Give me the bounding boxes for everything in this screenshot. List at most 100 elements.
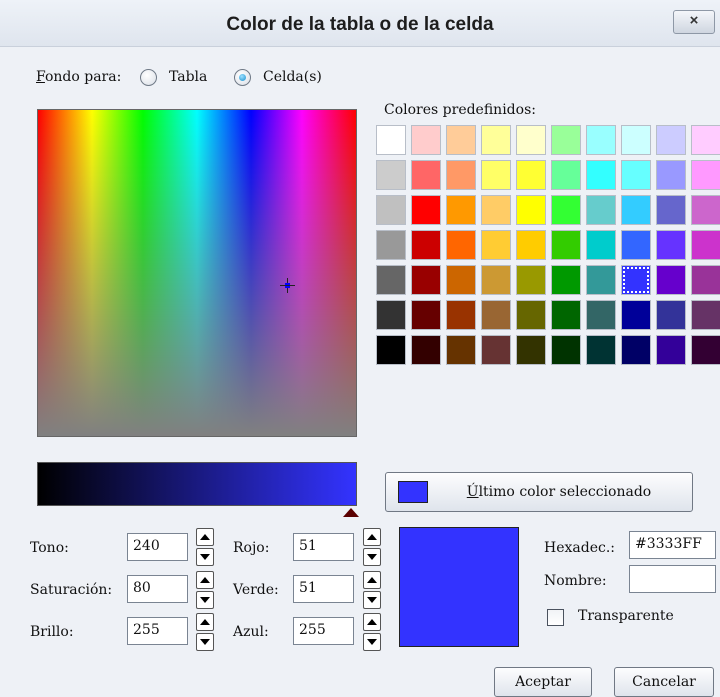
preset-swatch[interactable] [656,195,686,225]
preset-swatch[interactable] [691,160,720,190]
preset-swatch[interactable] [586,335,616,365]
preset-swatch[interactable] [621,335,651,365]
preset-swatch[interactable] [551,160,581,190]
azul-up-icon[interactable] [363,613,381,631]
brillo-input[interactable]: 255 [127,617,188,645]
preset-swatch[interactable] [446,230,476,260]
rojo-up-icon[interactable] [363,528,381,546]
brillo-down-icon[interactable] [196,633,214,651]
tono-up-icon[interactable] [196,528,214,546]
preset-swatch[interactable] [621,195,651,225]
preset-swatch[interactable] [446,300,476,330]
azul-stepper[interactable] [363,613,381,651]
brillo-up-icon[interactable] [196,613,214,631]
verde-stepper[interactable] [363,571,381,609]
tono-input[interactable]: 240 [127,533,188,561]
tono-stepper[interactable] [196,528,214,566]
preset-swatch[interactable] [481,195,511,225]
preset-swatch[interactable] [551,125,581,155]
saturacion-input[interactable]: 80 [127,575,188,603]
preset-swatch[interactable] [621,160,651,190]
preset-swatch[interactable] [691,195,720,225]
preset-swatch[interactable] [516,160,546,190]
preset-swatch[interactable] [446,125,476,155]
preset-swatch[interactable] [691,265,720,295]
transparent-label[interactable]: Transparente [578,608,674,624]
preset-swatch[interactable] [481,160,511,190]
transparent-checkbox[interactable] [547,609,564,626]
rojo-down-icon[interactable] [363,548,381,566]
preset-swatch[interactable] [411,160,441,190]
preset-swatch[interactable] [551,300,581,330]
preset-swatch[interactable] [446,160,476,190]
cancel-button[interactable]: Cancelar [614,667,714,697]
preset-swatch[interactable] [376,300,406,330]
verde-input[interactable]: 51 [293,575,354,603]
preset-swatch[interactable] [621,300,651,330]
preset-swatch[interactable] [551,230,581,260]
brightness-marker-icon[interactable] [343,508,359,517]
preset-swatch[interactable] [411,265,441,295]
preset-swatch[interactable] [656,265,686,295]
preset-swatch[interactable] [411,125,441,155]
preset-swatch[interactable] [411,335,441,365]
preset-swatch[interactable] [656,125,686,155]
preset-swatch[interactable] [691,125,720,155]
azul-down-icon[interactable] [363,633,381,651]
saturacion-up-icon[interactable] [196,571,214,589]
preset-swatch[interactable] [656,230,686,260]
preset-swatch[interactable] [481,335,511,365]
hue-saturation-field[interactable] [37,109,357,437]
rojo-stepper[interactable] [363,528,381,566]
preset-swatch[interactable] [656,300,686,330]
preset-swatch[interactable] [691,300,720,330]
preset-swatch[interactable] [551,195,581,225]
preset-swatch[interactable] [481,300,511,330]
preset-swatch[interactable] [516,195,546,225]
preset-swatch[interactable] [376,160,406,190]
preset-swatch[interactable] [446,335,476,365]
preset-swatch[interactable] [411,300,441,330]
preset-swatch[interactable] [446,195,476,225]
radio-celdas[interactable] [234,69,251,86]
preset-swatch[interactable] [586,265,616,295]
radio-tabla-label[interactable]: Tabla [169,69,207,85]
close-button[interactable]: × [673,10,715,34]
verde-down-icon[interactable] [363,591,381,609]
preset-swatch[interactable] [481,230,511,260]
brightness-bar[interactable] [37,462,357,506]
radio-celdas-label[interactable]: Celda(s) [263,69,322,85]
preset-swatch[interactable] [376,195,406,225]
preset-swatch[interactable] [516,125,546,155]
hex-input[interactable]: #3333FF [629,531,716,559]
brillo-stepper[interactable] [196,613,214,651]
preset-swatch[interactable] [376,335,406,365]
preset-swatch[interactable] [516,265,546,295]
preset-swatch[interactable] [481,265,511,295]
preset-swatch[interactable] [691,230,720,260]
preset-swatch[interactable] [411,195,441,225]
last-color-button[interactable]: Último color seleccionado [385,472,693,512]
preset-swatch[interactable] [376,230,406,260]
preset-swatch[interactable] [516,335,546,365]
preset-swatch[interactable] [691,335,720,365]
preset-swatch[interactable] [621,265,651,295]
preset-swatch[interactable] [376,265,406,295]
azul-input[interactable]: 255 [293,617,354,645]
preset-swatch[interactable] [551,335,581,365]
preset-swatch[interactable] [621,230,651,260]
saturacion-stepper[interactable] [196,571,214,609]
preset-swatch[interactable] [586,125,616,155]
preset-swatch[interactable] [551,265,581,295]
tono-down-icon[interactable] [196,548,214,566]
preset-swatch[interactable] [411,230,441,260]
rojo-input[interactable]: 51 [293,533,354,561]
preset-swatch[interactable] [481,125,511,155]
ok-button[interactable]: Aceptar [494,667,592,697]
preset-swatch[interactable] [516,230,546,260]
preset-swatch[interactable] [376,125,406,155]
preset-swatch[interactable] [586,195,616,225]
preset-swatch[interactable] [516,300,546,330]
preset-swatch[interactable] [586,230,616,260]
preset-swatch[interactable] [621,125,651,155]
